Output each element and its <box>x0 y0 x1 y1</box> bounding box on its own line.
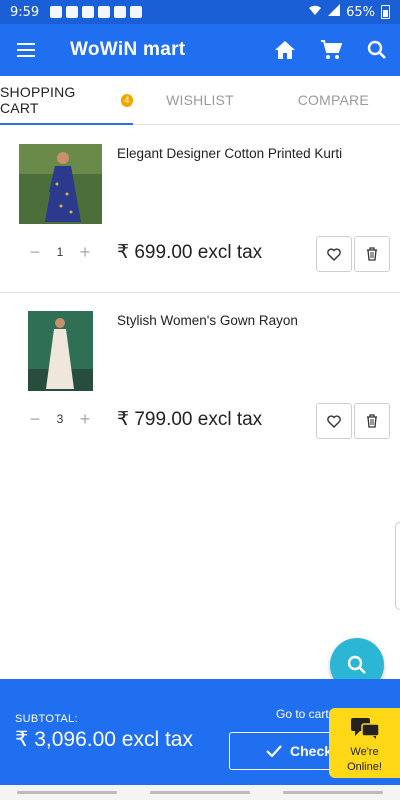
home-icon[interactable] <box>262 24 308 76</box>
tab-wishlist[interactable]: WISHLIST <box>133 76 266 124</box>
check-icon <box>266 745 282 757</box>
tab-label: WISHLIST <box>166 92 234 108</box>
status-bar: 9:59 65% <box>0 0 400 24</box>
search-icon[interactable] <box>354 24 400 76</box>
decrease-quantity-button[interactable]: − <box>28 242 42 262</box>
nav-handle[interactable] <box>283 791 384 794</box>
quantity-stepper: − 3 + <box>28 409 92 429</box>
heart-icon <box>327 414 341 428</box>
product-image[interactable] <box>19 144 102 224</box>
chat-widget[interactable]: We're Online! <box>329 708 400 778</box>
subtotal-label: SUBTOTAL: <box>15 713 78 725</box>
heart-icon <box>327 247 341 261</box>
usb-icon <box>82 6 94 18</box>
trash-icon <box>367 414 377 428</box>
subtotal-value: ₹ 3,096.00 excl tax <box>15 728 193 751</box>
nav-handle[interactable] <box>149 791 250 794</box>
battery-icon <box>381 5 390 19</box>
delete-item-button[interactable] <box>354 236 390 272</box>
trash-icon <box>367 247 377 261</box>
side-drawer-handle[interactable] <box>395 522 400 610</box>
wifi-icon <box>308 4 322 20</box>
tab-shopping-cart[interactable]: SHOPPING CART 4 <box>0 76 134 125</box>
add-to-wishlist-button[interactable] <box>316 403 352 439</box>
notification-icons <box>50 6 142 18</box>
tab-label: SHOPPING CART <box>0 84 76 116</box>
app-bar: WoWiN mart <box>0 24 400 76</box>
go-to-cart-link[interactable]: Go to cart <box>276 707 329 721</box>
tab-bar: SHOPPING CART 4 WISHLIST COMPARE <box>0 76 400 125</box>
quantity-stepper: − 1 + <box>28 242 92 262</box>
product-name[interactable]: Elegant Designer Cotton Printed Kurti <box>117 146 342 161</box>
chat-status-line2: Online! <box>347 761 382 773</box>
product-price: ₹ 799.00 excl tax <box>117 409 263 430</box>
increase-quantity-button[interactable]: + <box>78 409 92 429</box>
cart-item: Elegant Designer Cotton Printed Kurti − … <box>0 124 400 293</box>
system-navigation-bar <box>0 785 400 800</box>
quantity-value[interactable]: 3 <box>42 412 78 426</box>
product-image[interactable] <box>28 311 93 391</box>
tab-compare[interactable]: COMPARE <box>267 76 400 124</box>
product-name[interactable]: Stylish Women's Gown Rayon <box>117 313 298 328</box>
cart-item: Stylish Women's Gown Rayon − 3 + ₹ 799.0… <box>0 293 400 453</box>
cart-count-badge: 4 <box>120 93 134 107</box>
tab-label: COMPARE <box>297 92 369 108</box>
quantity-value[interactable]: 1 <box>42 245 78 259</box>
mail-icon <box>98 6 110 18</box>
image-icon <box>114 6 126 18</box>
increase-quantity-button[interactable]: + <box>78 242 92 262</box>
signal-icon <box>328 4 341 20</box>
battery-percentage: 65% <box>346 4 375 20</box>
menu-icon[interactable] <box>0 24 52 76</box>
product-price: ₹ 699.00 excl tax <box>117 242 263 263</box>
chat-bubbles-icon <box>350 718 380 739</box>
nav-handle[interactable] <box>16 791 117 794</box>
delete-item-button[interactable] <box>354 403 390 439</box>
chat-status-line1: We're <box>350 746 379 758</box>
search-icon <box>347 655 366 674</box>
cart-icon[interactable] <box>308 24 354 76</box>
status-time: 9:59 <box>10 4 40 20</box>
add-to-wishlist-button[interactable] <box>316 236 352 272</box>
facebook-icon <box>50 6 62 18</box>
facebook-icon <box>66 6 78 18</box>
app-title: WoWiN mart <box>70 39 186 60</box>
decrease-quantity-button[interactable]: − <box>28 409 42 429</box>
play-icon <box>130 6 142 18</box>
